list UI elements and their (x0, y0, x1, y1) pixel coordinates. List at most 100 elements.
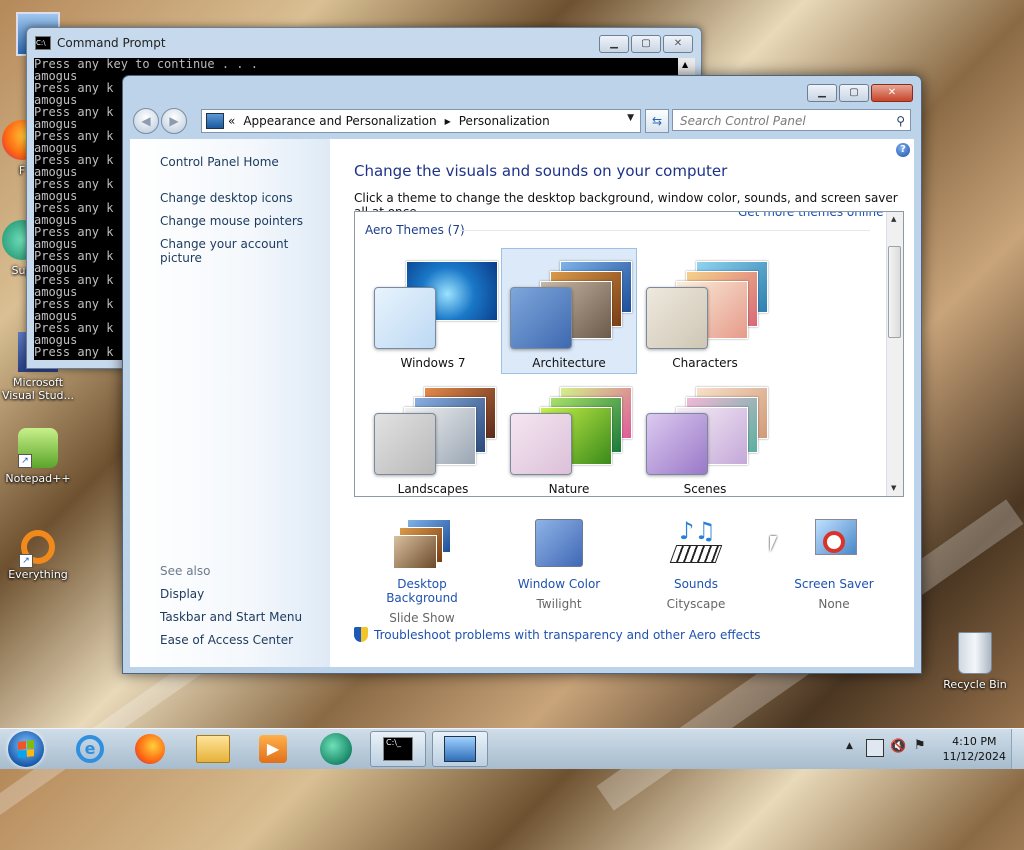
address-bar[interactable]: « Appearance and Personalization ▶ Perso… (201, 109, 641, 133)
close-button[interactable]: ✕ (663, 35, 693, 53)
network-icon[interactable] (866, 739, 884, 757)
taskbar: e ▶ C:\_ ▲ 🔇 ⚑ 4:10 PM 11/12/2024 (0, 728, 1024, 769)
troubleshoot-label[interactable]: Troubleshoot problems with transparency … (374, 628, 761, 642)
uac-shield-icon (354, 627, 368, 642)
search-placeholder: Search Control Panel (680, 114, 806, 128)
window-color-swatch (646, 413, 708, 475)
taskbar-start-menu-link[interactable]: Taskbar and Start Menu (160, 610, 302, 624)
show-hidden-icons-button[interactable]: ▲ (846, 741, 853, 751)
scroll-up-icon[interactable]: ▲ (891, 215, 896, 223)
theme-preview (646, 257, 768, 349)
theme-list[interactable]: Get more themes online Aero Themes (7) W… (354, 211, 904, 497)
maximize-button[interactable]: ▢ (631, 35, 661, 53)
cmd-title: Command Prompt (57, 36, 166, 50)
group-divider (460, 230, 870, 231)
control-panel-home-link[interactable]: Control Panel Home (160, 155, 279, 169)
ease-of-access-link[interactable]: Ease of Access Center (160, 633, 293, 647)
window-color-setting[interactable]: Window Color Twilight (499, 519, 619, 611)
clock-time: 4:10 PM (952, 735, 997, 748)
taskbar-firefox[interactable] (122, 731, 178, 767)
desktop-icon-everything[interactable]: ↗ Everything (0, 530, 76, 581)
theme-label: Landscapes (397, 482, 469, 496)
taskbar-internet-explorer[interactable]: e (62, 731, 118, 767)
desktop-icon-notepadpp[interactable]: ↗ Notepad++ (0, 428, 76, 485)
desktop-background-value: Slide Show (389, 611, 455, 625)
change-desktop-icons-link[interactable]: Change desktop icons (160, 191, 293, 205)
breadcrumb-appearance[interactable]: Appearance and Personalization (243, 114, 436, 128)
theme-architecture[interactable]: Architecture (501, 248, 637, 374)
troubleshoot-aero-link[interactable]: Troubleshoot problems with transparency … (354, 627, 761, 642)
volume-muted-icon[interactable]: 🔇 (890, 739, 906, 754)
theme-list-scrollbar[interactable]: ▲ ▼ (886, 212, 903, 496)
breadcrumb-personalization[interactable]: Personalization (459, 114, 550, 128)
change-mouse-pointers-link[interactable]: Change mouse pointers (160, 214, 303, 228)
screen-saver-link[interactable]: Screen Saver (774, 577, 894, 591)
refresh-icon[interactable]: ⇆ (645, 109, 669, 133)
taskbar-media-player[interactable]: ▶ (245, 731, 301, 767)
theme-characters[interactable]: Characters (637, 248, 773, 374)
desktop-icon-label: Microsoft Visual Stud... (1, 376, 75, 402)
show-desktop-button[interactable] (1011, 729, 1024, 769)
desktop-background-link[interactable]: Desktop Background (362, 577, 482, 605)
explorer-icon (196, 735, 230, 763)
scroll-up-icon[interactable]: ▲ (682, 60, 688, 69)
console-line: Press any key to continue . . . (34, 58, 258, 71)
window-color-swatch (646, 287, 708, 349)
sounds-setting[interactable]: ♪♫ Sounds Cityscape (636, 519, 756, 611)
maximize-button[interactable]: ▢ (839, 84, 869, 102)
breadcrumb-overflow[interactable]: « (228, 114, 235, 128)
display-link[interactable]: Display (160, 587, 204, 601)
theme-windows-7[interactable]: Windows 7 (365, 248, 501, 374)
internet-explorer-icon: e (76, 735, 104, 763)
control-panel-window[interactable]: ▁ ▢ ✕ ◀ ▶ « Appearance and Personalizati… (122, 75, 922, 674)
taskbar-command-prompt[interactable]: C:\_ (370, 731, 426, 767)
taskbar-app[interactable] (308, 731, 364, 767)
chevron-down-icon[interactable]: ▼ (627, 113, 634, 123)
sounds-value: Cityscape (666, 597, 726, 611)
mouse-cursor-icon (770, 536, 777, 552)
minimize-button[interactable]: ▁ (599, 35, 629, 53)
screen-saver-value: None (818, 597, 850, 611)
start-button[interactable] (8, 731, 44, 767)
cmd-caption-buttons: ▁ ▢ ✕ (599, 35, 693, 53)
window-color-link[interactable]: Window Color (499, 577, 619, 591)
get-more-themes-link[interactable]: Get more themes online (738, 212, 884, 219)
minimize-button[interactable]: ▁ (807, 84, 837, 102)
taskbar-control-panel[interactable] (432, 731, 488, 767)
screen-saver-setting[interactable]: Screen Saver None (774, 519, 894, 611)
scroll-down-icon[interactable]: ▼ (891, 484, 896, 492)
action-center-flag-icon[interactable]: ⚑ (914, 738, 926, 753)
theme-nature[interactable]: Nature (501, 374, 637, 496)
cp-caption-buttons: ▁ ▢ ✕ (807, 84, 913, 102)
window-color-swatch (374, 287, 436, 349)
change-account-picture-link[interactable]: Change your account picture (160, 237, 330, 265)
taskbar-explorer[interactable] (185, 731, 241, 767)
forward-button[interactable]: ▶ (161, 108, 187, 134)
address-row: ◀ ▶ « Appearance and Personalization ▶ P… (131, 106, 913, 134)
system-clock[interactable]: 4:10 PM 11/12/2024 (943, 734, 1006, 764)
sounds-link[interactable]: Sounds (636, 577, 756, 591)
theme-preview (510, 383, 632, 475)
theme-scenes[interactable]: Scenes (637, 374, 773, 496)
window-color-icon (530, 519, 588, 569)
page-title: Change the visuals and sounds on your co… (354, 162, 728, 180)
windows-logo-icon (18, 740, 34, 758)
desktop-icon-recycle-bin[interactable]: Recycle Bin (937, 632, 1013, 691)
shortcut-arrow-icon: ↗ (18, 454, 32, 468)
scrollbar-thumb[interactable] (888, 246, 901, 338)
help-icon[interactable]: ? (896, 143, 910, 157)
breadcrumb-separator-icon[interactable]: ▶ (445, 117, 451, 126)
theme-label: Nature (548, 482, 590, 496)
sounds-icon: ♪♫ (667, 519, 725, 569)
search-icon[interactable]: ⚲ (896, 110, 905, 132)
desktop-background-setting[interactable]: Desktop Background Slide Show (362, 519, 482, 625)
window-color-swatch (374, 413, 436, 475)
theme-landscapes[interactable]: Landscapes (365, 374, 501, 496)
window-color-swatch (510, 287, 572, 349)
close-button[interactable]: ✕ (871, 84, 913, 102)
theme-preview (510, 257, 632, 349)
everything-icon: ↗ (19, 530, 55, 568)
search-input[interactable]: Search Control Panel ⚲ (672, 109, 911, 131)
back-button[interactable]: ◀ (133, 108, 159, 134)
control-panel-icon (444, 736, 476, 762)
